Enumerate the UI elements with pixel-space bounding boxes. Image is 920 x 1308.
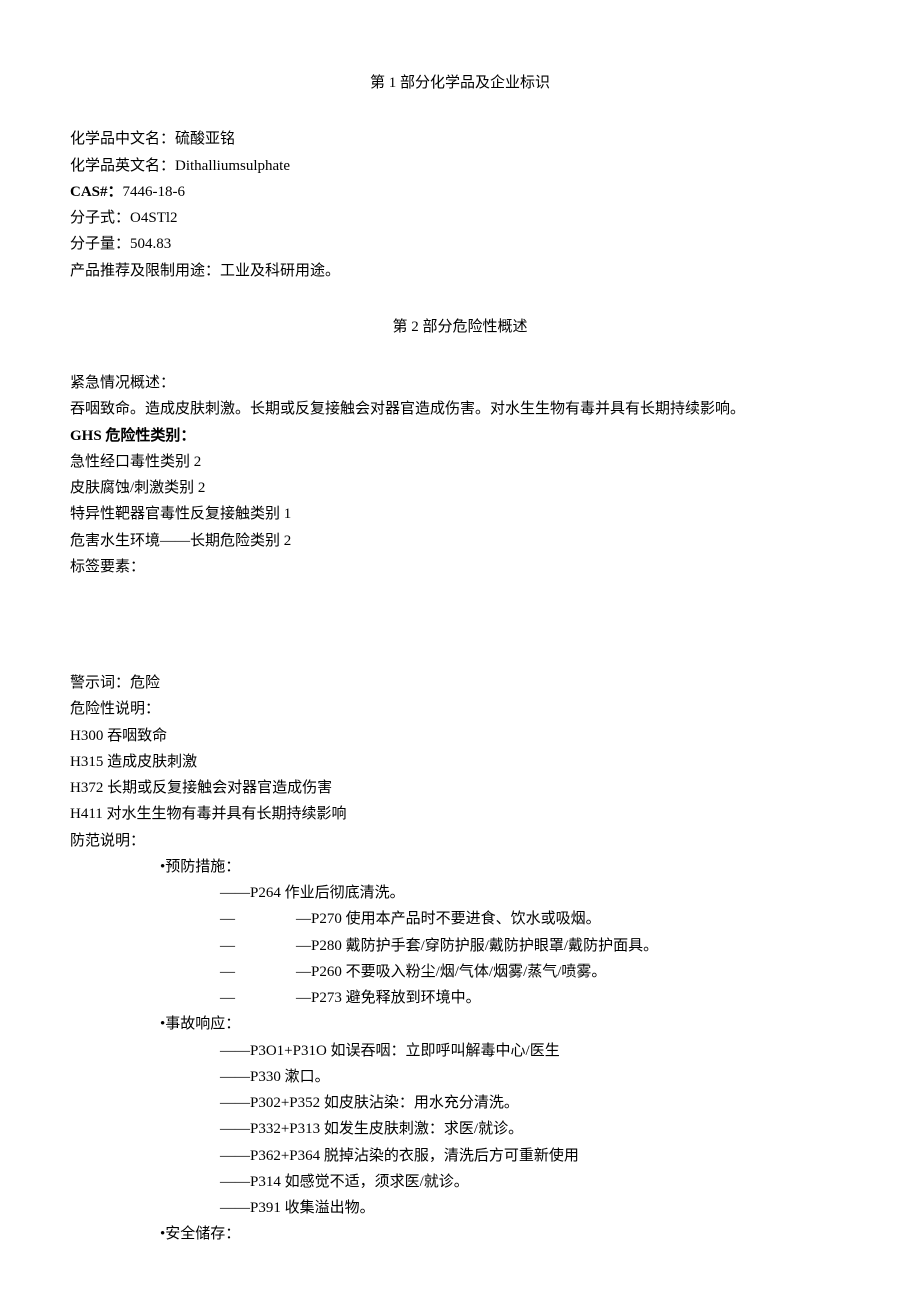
- dash-icon: —: [220, 933, 250, 959]
- signal-row: 警示词：危险: [70, 670, 850, 696]
- cas-label: CAS#：: [70, 184, 123, 200]
- response-6: ——P391 收集溢出物。: [70, 1195, 850, 1221]
- en-name-value: Dithalliumsulphate: [175, 158, 290, 174]
- ghs-item-0: 急性经口毒性类别 2: [70, 449, 850, 475]
- response-5: ——P314 如感觉不适，须求医/就诊。: [70, 1169, 850, 1195]
- dash-icon: —: [220, 985, 250, 1011]
- ghs-item-1: 皮肤腐蚀/刺激类别 2: [70, 475, 850, 501]
- chem-cn-name: 化学品中文名：硫酸亚铭: [70, 126, 850, 152]
- response-2: ——P302+P352 如皮肤沾染：用水充分清洗。: [70, 1090, 850, 1116]
- dash-icon: —: [220, 959, 250, 985]
- prevention-p280: — —P280 戴防护手套/穿防护服/戴防护眼罩/戴防护面具。: [70, 933, 850, 959]
- cas-row: CAS#：7446-18-6: [70, 179, 850, 205]
- prevention-p273: — —P273 避免释放到环境中。: [70, 985, 850, 1011]
- hazard-2: H372 长期或反复接触会对器官造成伤害: [70, 775, 850, 801]
- emergency-text: 吞咽致命。造成皮肤刺激。长期或反复接触会对器官造成伤害。对水生生物有毒并具有长期…: [70, 396, 850, 422]
- dash-icon: —: [220, 906, 250, 932]
- precaution-label: 防范说明：: [70, 828, 850, 854]
- chem-en-name: 化学品英文名：Dithalliumsulphate: [70, 153, 850, 179]
- response-1: ——P330 漱口。: [70, 1064, 850, 1090]
- cn-name-label: 化学品中文名：: [70, 131, 175, 147]
- mw-value: 504.83: [130, 236, 171, 252]
- formula-value: O4STl2: [130, 210, 178, 226]
- hazard-1: H315 造成皮肤刺激: [70, 749, 850, 775]
- signal-label: 警示词：: [70, 675, 130, 691]
- hazard-3: H411 对水生生物有毒并具有长期持续影响: [70, 801, 850, 827]
- hazard-label: 危险性说明：: [70, 696, 850, 722]
- response-0: ——P3O1+P31O 如误吞咽：立即呼叫解毒中心/医生: [70, 1038, 850, 1064]
- formula-row: 分子式：O4STl2: [70, 205, 850, 231]
- prevention-label: •预防措施：: [70, 854, 850, 880]
- prevention-p280-text: —P280 戴防护手套/穿防护服/戴防护眼罩/戴防护面具。: [296, 933, 658, 959]
- storage-label: •安全储存：: [70, 1221, 850, 1247]
- signal-value: 危险: [130, 675, 160, 691]
- use-row: 产品推荐及限制用途：工业及科研用途。: [70, 258, 850, 284]
- response-3: ——P332+P313 如发生皮肤刺激：求医/就诊。: [70, 1116, 850, 1142]
- hazard-0: H300 吞咽致命: [70, 723, 850, 749]
- section1-title: 第 1 部分化学品及企业标识: [70, 70, 850, 96]
- en-name-label: 化学品英文名：: [70, 158, 175, 174]
- mw-label: 分子量：: [70, 236, 130, 252]
- section2-title: 第 2 部分危险性概述: [70, 314, 850, 340]
- prevention-p270-text: —P270 使用本产品时不要进食、饮水或吸烟。: [296, 906, 601, 932]
- prevention-p260: — —P260 不要吸入粉尘/烟/气体/烟雾/蒸气/喷雾。: [70, 959, 850, 985]
- label-elements: 标签要素：: [70, 554, 850, 580]
- use-value: 工业及科研用途。: [220, 263, 340, 279]
- prevention-p264: ——P264 作业后彻底清洗。: [70, 880, 850, 906]
- formula-label: 分子式：: [70, 210, 130, 226]
- pictogram-placeholder: [70, 580, 850, 670]
- prevention-p270: — —P270 使用本产品时不要进食、饮水或吸烟。: [70, 906, 850, 932]
- response-label: •事故响应：: [70, 1011, 850, 1037]
- response-4: ——P362+P364 脱掉沾染的衣服，清洗后方可重新使用: [70, 1143, 850, 1169]
- ghs-label: GHS 危险性类别：: [70, 423, 850, 449]
- mw-row: 分子量：504.83: [70, 231, 850, 257]
- emergency-label: 紧急情况概述：: [70, 370, 850, 396]
- ghs-item-2: 特异性靶器官毒性反复接触类别 1: [70, 501, 850, 527]
- cas-value: 7446-18-6: [123, 184, 186, 200]
- prevention-p273-text: —P273 避免释放到环境中。: [296, 985, 481, 1011]
- use-label: 产品推荐及限制用途：: [70, 263, 220, 279]
- prevention-p260-text: —P260 不要吸入粉尘/烟/气体/烟雾/蒸气/喷雾。: [296, 959, 606, 985]
- cn-name-value: 硫酸亚铭: [175, 131, 235, 147]
- ghs-item-3: 危害水生环境——长期危险类别 2: [70, 528, 850, 554]
